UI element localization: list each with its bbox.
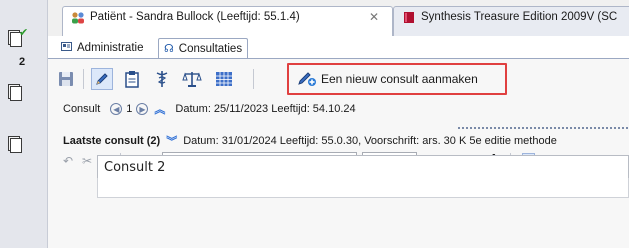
clipboard-icon[interactable] bbox=[121, 68, 143, 90]
consult-date: Datum: 25/11/2023 Leeftijd: 54.10.24 bbox=[175, 103, 356, 115]
tab-synthesis-label: Synthesis Treasure Edition 2009V (SC bbox=[421, 11, 618, 23]
edit-pencil-icon[interactable] bbox=[91, 68, 113, 90]
dotted-separator bbox=[458, 127, 628, 129]
consult-label: Consult bbox=[63, 103, 101, 115]
subtab-consultaties[interactable]: ☊ Consultaties bbox=[158, 38, 249, 58]
new-consult-label: Een nieuw consult aanmaken bbox=[321, 72, 478, 86]
consult-nav-row: Consult ◀ 1 ▶ ︽ Datum: 25/11/2023 Leefti… bbox=[63, 101, 356, 117]
subtab-consult-label: Consultaties bbox=[178, 42, 243, 55]
sub-tabs: Administratie ☊ Consultaties bbox=[48, 36, 629, 58]
editor-text: Consult 2 bbox=[104, 160, 166, 175]
last-consult-row: Laatste consult (2) ︾ Datum: 31/01/2024 … bbox=[63, 133, 557, 149]
toolbar: Een nieuw consult aanmaken bbox=[53, 63, 623, 95]
subtab-admin-label: Administratie bbox=[77, 42, 144, 54]
stethoscope-icon: ☊ bbox=[164, 43, 174, 55]
tab-patient-label: Patiënt - Sandra Bullock (Leeftijd: 55.1… bbox=[90, 11, 300, 23]
last-consult-info: Datum: 31/01/2024 Leeftijd: 55.0.30, Voo… bbox=[183, 135, 557, 147]
table-grid-icon[interactable] bbox=[213, 68, 235, 90]
consult-editor-body[interactable] bbox=[97, 178, 629, 198]
card-icon bbox=[61, 42, 72, 54]
next-consult-icon[interactable]: ▶ bbox=[136, 103, 149, 115]
save-icon[interactable] bbox=[55, 68, 77, 90]
previous-consult-icon[interactable]: ◀ bbox=[110, 103, 123, 115]
collapse-up-icon[interactable]: ︽ bbox=[154, 101, 165, 117]
new-consult-pencil-icon bbox=[297, 69, 317, 90]
expand-down-icon[interactable]: ︾ bbox=[166, 133, 177, 149]
rail-count: 2 bbox=[19, 56, 26, 68]
document-checked-icon[interactable]: ✔ bbox=[8, 27, 28, 47]
subtab-administratie[interactable]: Administratie bbox=[56, 38, 148, 58]
toolbar-divider bbox=[253, 69, 254, 89]
undo-icon[interactable]: ↶ bbox=[60, 153, 76, 169]
tab-bar: Patiënt - Sandra Bullock (Leeftijd: 55.1… bbox=[48, 0, 629, 36]
caduceus-icon[interactable] bbox=[151, 68, 173, 90]
document-icon[interactable] bbox=[8, 136, 22, 153]
patients-icon bbox=[72, 12, 84, 24]
toolbar-divider bbox=[83, 69, 84, 89]
cut-icon[interactable]: ✂ bbox=[79, 153, 95, 169]
consult-index: 1 bbox=[126, 103, 133, 115]
document-icon[interactable] bbox=[8, 84, 22, 101]
book-icon bbox=[404, 12, 414, 23]
close-tab-icon[interactable]: ✕ bbox=[369, 10, 379, 24]
consult-panel: Een nieuw consult aanmaken Consult ◀ 1 ▶… bbox=[48, 58, 629, 248]
consult-editor[interactable]: Consult 2 bbox=[97, 155, 629, 179]
scales-icon[interactable] bbox=[181, 68, 203, 90]
tab-synthesis[interactable]: Synthesis Treasure Edition 2009V (SC bbox=[393, 6, 629, 36]
new-consult-button[interactable]: Een nieuw consult aanmaken bbox=[287, 63, 507, 95]
left-rail: ✔ 2 bbox=[0, 0, 48, 248]
last-consult-label: Laatste consult (2) bbox=[63, 135, 161, 147]
tab-patient[interactable]: Patiënt - Sandra Bullock (Leeftijd: 55.1… bbox=[62, 6, 393, 36]
